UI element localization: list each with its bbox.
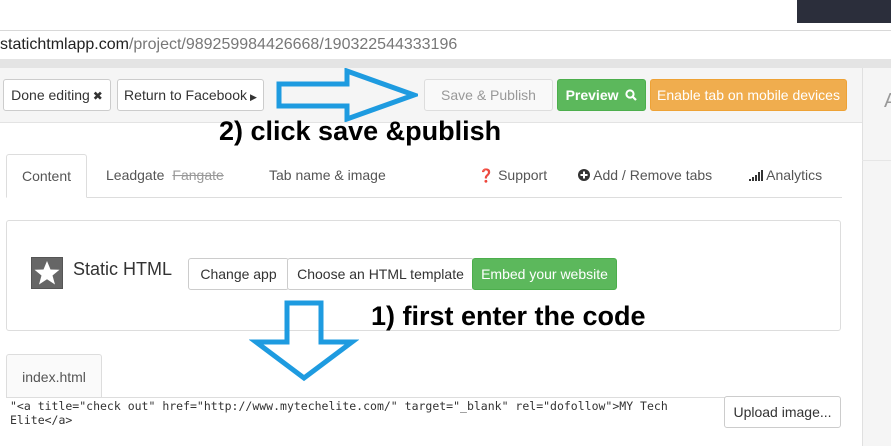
done-editing-label: Done editing <box>11 87 90 103</box>
tab-support-label: Support <box>498 167 548 183</box>
code-editor[interactable]: "<a title="check out" href="http://www.m… <box>6 397 736 446</box>
tab-fangate-label: Fangate <box>172 167 224 183</box>
plus-circle-icon <box>578 167 593 183</box>
url-path: /project/989259984426668/190322544333196 <box>128 36 458 53</box>
toolbar: Done editing ✖ Return to Facebook ▶ Save &… <box>0 68 862 123</box>
browser-top-band <box>0 0 891 30</box>
tab-leadgate[interactable]: Leadgate Fangate <box>106 154 224 197</box>
tab-content[interactable]: Content <box>6 154 87 198</box>
address-bar[interactable]: statichtmlapp.com/project/98925998442666… <box>0 30 891 60</box>
tab-bar: Content Leadgate Fangate Tab name & image… <box>6 154 842 198</box>
search-icon <box>625 81 638 111</box>
enable-mobile-button[interactable]: Enable tab on mobile devices <box>650 79 847 111</box>
file-tab-index[interactable]: index.html <box>6 354 102 398</box>
annotation-arrow-right <box>276 68 418 122</box>
embed-website-button[interactable]: Embed your website <box>472 258 617 290</box>
tab-add-remove[interactable]: Add / Remove tabs <box>578 154 712 197</box>
page-gap <box>0 59 891 68</box>
tab-analytics[interactable]: Analytics <box>749 154 822 197</box>
times-icon: ✖ <box>92 89 103 103</box>
save-publish-label: Save & Publish <box>441 87 536 103</box>
done-editing-button[interactable]: Done editing ✖ <box>3 79 111 111</box>
tab-name-image[interactable]: Tab name & image <box>269 154 386 197</box>
change-app-button[interactable]: Change app <box>188 258 289 290</box>
return-label: Return to Facebook <box>124 87 248 103</box>
url-host: statichtmlapp.com <box>0 36 129 53</box>
tab-support[interactable]: ❓ Support <box>478 154 547 197</box>
annotation-step1: 1) first enter the code <box>371 301 646 331</box>
app-editor: Done editing ✖ Return to Facebook ▶ Save &… <box>0 68 862 446</box>
question-circle-icon: ❓ <box>478 168 495 183</box>
choose-template-button[interactable]: Choose an HTML template <box>287 258 474 290</box>
annotation-step2: 2) click save &publish <box>219 116 502 146</box>
star-icon <box>31 257 63 289</box>
window-corner <box>797 0 891 23</box>
divider <box>862 68 863 446</box>
tab-add-remove-label: Add / Remove tabs <box>593 167 713 183</box>
tab-analytics-label: Analytics <box>766 167 823 183</box>
caret-right-icon: ▶ <box>250 92 257 102</box>
app-title: Static HTML <box>73 259 173 279</box>
preview-label: Preview <box>565 87 619 103</box>
background-page: A <box>862 68 891 446</box>
divider <box>862 160 891 161</box>
upload-image-button[interactable]: Upload image... <box>724 396 841 428</box>
annotation-arrow-down <box>249 300 359 382</box>
tab-leadgate-label: Leadgate <box>106 167 165 183</box>
enable-mobile-label: Enable tab on mobile devices <box>657 87 840 103</box>
signal-bars-icon <box>749 167 766 183</box>
background-glyph: A <box>884 90 891 112</box>
return-to-facebook-button[interactable]: Return to Facebook ▶ <box>117 79 264 111</box>
save-publish-button[interactable]: Save & Publish <box>424 79 553 111</box>
preview-button[interactable]: Preview <box>557 79 646 111</box>
